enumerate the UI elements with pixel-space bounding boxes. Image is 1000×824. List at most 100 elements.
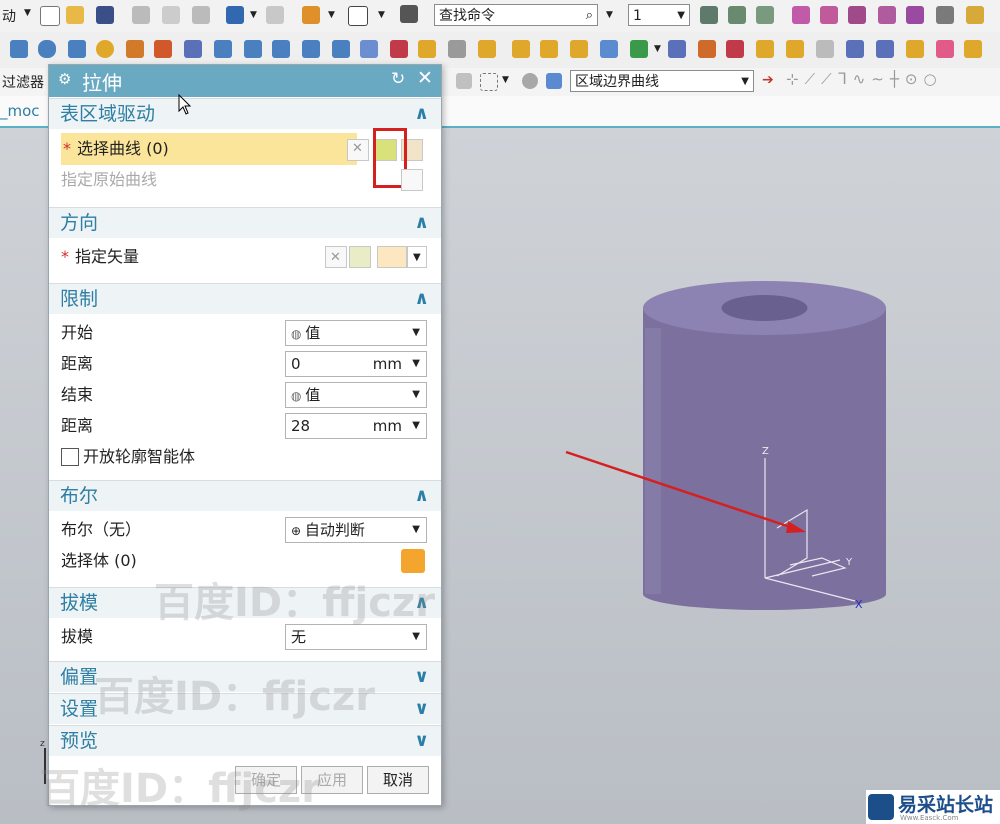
pattern-icon[interactable] xyxy=(570,40,588,58)
origin-curve-row[interactable]: 指定原始曲线 xyxy=(49,165,441,195)
edge-blend-icon[interactable] xyxy=(478,40,496,58)
deselect-icon[interactable]: ✕ xyxy=(347,139,369,161)
revolve-icon[interactable] xyxy=(154,40,172,58)
reverse-direction-icon[interactable] xyxy=(349,246,371,268)
snap-icon[interactable] xyxy=(522,73,538,89)
close-icon[interactable]: ✕ xyxy=(417,67,433,89)
cylinder-icon[interactable] xyxy=(38,40,56,58)
extrude-icon[interactable] xyxy=(126,40,144,58)
open-profile-row[interactable]: 开放轮廓智能体 xyxy=(49,442,441,472)
point-icon[interactable] xyxy=(792,6,810,24)
toolbar-row-1: 动 ▼ ▼ ▼ ▼ 查找命令 ⌕ ▼ 1 ▼ xyxy=(0,0,1000,33)
display-mode-icon[interactable] xyxy=(348,6,368,26)
shell-icon[interactable] xyxy=(540,40,558,58)
origin-curve-icon[interactable] xyxy=(401,169,423,191)
open-folder-icon[interactable] xyxy=(66,6,84,24)
sphere-icon[interactable] xyxy=(96,40,114,58)
window-icon[interactable] xyxy=(302,6,320,24)
move-to-layer-icon[interactable] xyxy=(756,6,774,24)
svg-text:z: z xyxy=(40,739,45,749)
trim-body-icon[interactable] xyxy=(630,40,648,58)
replace-face-icon[interactable] xyxy=(846,40,864,58)
vector-row[interactable]: * 指定矢量 ✕ ▼ xyxy=(49,242,441,272)
wcs-rotate-icon[interactable] xyxy=(936,6,954,24)
end-select[interactable]: ◍ 值 ▼ xyxy=(285,382,427,408)
split-body-icon[interactable] xyxy=(668,40,686,58)
select-curve-label: * 选择曲线 (0) xyxy=(63,139,169,158)
unite-icon[interactable] xyxy=(390,40,408,58)
layer-select[interactable]: 1 ▼ xyxy=(628,4,690,26)
pad-icon[interactable] xyxy=(302,40,320,58)
new-file-icon[interactable] xyxy=(40,6,60,26)
section-limits-header[interactable]: 限制 ∧ xyxy=(49,283,441,314)
slot-icon[interactable] xyxy=(332,40,350,58)
pocket-icon[interactable] xyxy=(272,40,290,58)
rectangle-select-icon[interactable] xyxy=(480,73,498,91)
undo-icon[interactable] xyxy=(226,6,244,24)
curve-rule-select[interactable]: 区域边界曲线 ▼ xyxy=(570,70,754,92)
part-tab[interactable]: _moc xyxy=(0,102,40,120)
help-icon[interactable] xyxy=(966,6,984,24)
gear-icon[interactable]: ⚙ xyxy=(58,70,71,88)
boss-icon[interactable] xyxy=(244,40,262,58)
vector-clear-icon[interactable]: ✕ xyxy=(325,246,347,268)
open-profile-checkbox[interactable] xyxy=(61,448,79,466)
redo-icon[interactable] xyxy=(266,6,284,24)
start-select[interactable]: ◍ 值 ▼ xyxy=(285,320,427,346)
copy-icon[interactable] xyxy=(162,6,180,24)
mirror-icon[interactable] xyxy=(600,40,618,58)
layer-visibility-icon[interactable] xyxy=(728,6,746,24)
delete-face-icon[interactable] xyxy=(906,40,924,58)
section-sheet-header[interactable]: 表区域驱动 ∧ xyxy=(49,98,441,129)
hole-icon[interactable] xyxy=(214,40,232,58)
command-finder-icon[interactable] xyxy=(400,5,418,23)
paste-icon[interactable] xyxy=(192,6,210,24)
datum-axis-icon[interactable] xyxy=(820,6,838,24)
more-features-icon[interactable] xyxy=(964,40,982,58)
cone-icon[interactable] xyxy=(68,40,86,58)
start-row: 开始 ◍ 值 ▼ xyxy=(49,318,441,348)
cancel-button[interactable]: 取消 xyxy=(367,766,429,794)
chevron-down-icon: ▼ xyxy=(412,327,420,338)
datum-csys-icon[interactable] xyxy=(848,6,866,24)
groove-icon[interactable] xyxy=(360,40,378,58)
chevron-down-icon: ∨ xyxy=(414,666,429,687)
select-mode-icon[interactable] xyxy=(456,73,472,89)
distance2-input[interactable]: 28 mm ▼ xyxy=(285,413,427,439)
end-row: 结束 ◍ 值 ▼ xyxy=(49,380,441,410)
search-command-input[interactable]: 查找命令 ⌕ xyxy=(434,4,598,26)
subtract-icon[interactable] xyxy=(418,40,436,58)
vector-constructor-icon[interactable] xyxy=(377,246,407,268)
toolbar-row-2: ▼ xyxy=(0,32,1000,68)
snap-point-icons[interactable]: ⊹⟋⟋ᒣ∿∼┼⊙○ xyxy=(786,70,943,88)
offset-face-icon[interactable] xyxy=(726,40,744,58)
select-curve-row[interactable]: * 选择曲线 (0) xyxy=(61,133,357,165)
layer-settings-icon[interactable] xyxy=(700,6,718,24)
sew-icon[interactable] xyxy=(786,40,804,58)
cut-icon[interactable] xyxy=(132,6,150,24)
save-icon[interactable] xyxy=(96,6,114,24)
move-face-icon[interactable] xyxy=(876,40,894,58)
distance1-input[interactable]: 0 mm ▼ xyxy=(285,351,427,377)
chevron-down-icon: ▼ xyxy=(412,358,420,369)
section-preview-header[interactable]: 预览 ∨ xyxy=(49,725,441,756)
wcs-origin-icon[interactable] xyxy=(906,6,924,24)
wcs-icon[interactable] xyxy=(878,6,896,24)
boolean-select[interactable]: ⊕ 自动判断 ▼ xyxy=(285,517,427,543)
section-boolean-header[interactable]: 布尔 ∧ xyxy=(49,480,441,511)
required-star: * xyxy=(61,247,69,266)
chamfer-icon[interactable] xyxy=(512,40,530,58)
resize-face-icon[interactable] xyxy=(936,40,954,58)
nx-feature-icon[interactable] xyxy=(184,40,202,58)
section-direction-header[interactable]: 方向 ∧ xyxy=(49,207,441,238)
dialog-title-bar[interactable]: ⚙ 拉伸 ↻ ✕ xyxy=(49,65,441,97)
block-icon[interactable] xyxy=(10,40,28,58)
intersect-icon[interactable] xyxy=(448,40,466,58)
patch-icon[interactable] xyxy=(816,40,834,58)
draft-icon[interactable] xyxy=(698,40,716,58)
vector-dropdown[interactable]: ▼ xyxy=(407,246,427,268)
chevron-down-icon: ▼ xyxy=(412,524,420,535)
reset-icon[interactable]: ↻ xyxy=(391,69,405,89)
thicken-icon[interactable] xyxy=(756,40,774,58)
arrow-right-icon[interactable]: ➔ xyxy=(762,72,774,88)
